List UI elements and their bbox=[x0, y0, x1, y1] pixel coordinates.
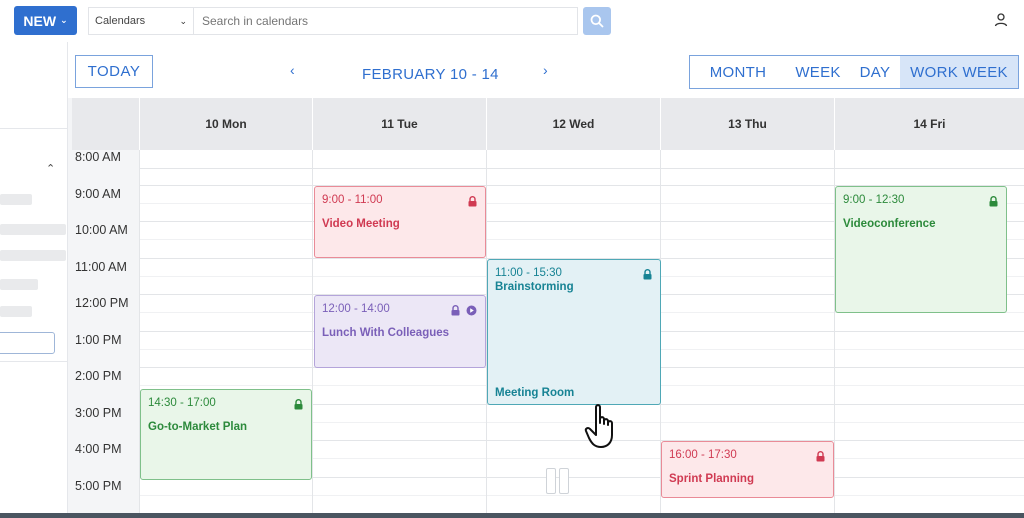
window-bottom-edge bbox=[0, 513, 1024, 518]
event-title: Brainstorming bbox=[495, 281, 574, 293]
time-label: 3:00 PM bbox=[75, 406, 122, 420]
sidebar-divider bbox=[0, 128, 68, 129]
sidebar-divider bbox=[0, 361, 68, 362]
sidebar-placeholder bbox=[0, 250, 66, 261]
event-title: Go-to-Market Plan bbox=[148, 421, 248, 433]
view-week-button[interactable]: WEEK bbox=[786, 56, 850, 88]
calendar-event[interactable]: 16:00 - 17:30 Sprint Planning bbox=[661, 441, 834, 498]
event-time: 11:00 - 15:30 bbox=[495, 267, 562, 279]
search-input[interactable] bbox=[194, 7, 578, 35]
grid-corner bbox=[72, 98, 139, 150]
new-button[interactable]: NEW ⌄ bbox=[14, 6, 77, 35]
day-header[interactable]: 12 Wed bbox=[486, 98, 660, 150]
lock-icon bbox=[989, 196, 998, 207]
date-range-title: FEBRUARY 10 - 14 bbox=[362, 66, 499, 83]
time-label: 4:00 PM bbox=[75, 442, 122, 456]
sidebar-placeholder bbox=[0, 194, 32, 205]
calendar-select-value: Calendars bbox=[95, 15, 146, 27]
event-time: 14:30 - 17:00 bbox=[148, 397, 216, 409]
grid-column-line bbox=[312, 150, 313, 518]
day-header[interactable]: 13 Thu bbox=[660, 98, 834, 150]
search-icon bbox=[590, 14, 604, 28]
calendar-event[interactable]: 11:00 - 15:30 Brainstorming Meeting Room bbox=[487, 259, 661, 405]
time-label: 1:00 PM bbox=[75, 333, 122, 347]
user-icon[interactable] bbox=[993, 12, 1009, 28]
event-location: Meeting Room bbox=[495, 387, 575, 399]
event-title: Video Meeting bbox=[322, 218, 400, 230]
view-month-button[interactable]: MONTH bbox=[690, 56, 786, 88]
time-label: 10:00 AM bbox=[75, 223, 128, 237]
view-switcher: MONTH WEEK DAY WORK WEEK bbox=[689, 55, 1019, 89]
resize-handle[interactable] bbox=[546, 468, 572, 494]
event-title: Sprint Planning bbox=[669, 473, 754, 485]
chevron-down-icon: ⌄ bbox=[60, 15, 68, 25]
lock-icon bbox=[643, 269, 652, 280]
week-grid: 10 Mon 11 Tue 12 Wed 13 Thu 14 Fri 8:00 … bbox=[72, 98, 1024, 518]
time-label: 11:00 AM bbox=[75, 260, 127, 274]
sidebar-input[interactable] bbox=[0, 332, 55, 354]
hand-cursor-icon bbox=[584, 404, 613, 448]
sidebar-placeholder bbox=[0, 279, 38, 290]
today-button[interactable]: TODAY bbox=[75, 55, 153, 88]
top-bar: NEW ⌄ Calendars ⌄ bbox=[0, 0, 1024, 42]
view-day-button[interactable]: DAY bbox=[850, 56, 900, 88]
grid-line bbox=[139, 495, 1024, 496]
lock-icon bbox=[451, 305, 460, 316]
event-time: 9:00 - 11:00 bbox=[322, 194, 383, 206]
grid-line bbox=[139, 168, 1024, 169]
time-label: 8:00 AM bbox=[75, 150, 121, 164]
time-label: 2:00 PM bbox=[75, 369, 122, 383]
sidebar-placeholder bbox=[0, 306, 32, 317]
time-label: 9:00 AM bbox=[75, 187, 121, 201]
calendar-event[interactable]: 9:00 - 12:30 Videoconference bbox=[835, 186, 1007, 313]
sidebar-placeholder bbox=[0, 224, 66, 235]
video-icon bbox=[466, 305, 477, 316]
chevron-right-icon[interactable]: › bbox=[543, 62, 548, 78]
calendar-main: TODAY ‹ FEBRUARY 10 - 14 › MONTH WEEK DA… bbox=[68, 42, 1024, 518]
event-title: Lunch With Colleagues bbox=[322, 327, 450, 339]
calendar-event[interactable]: 14:30 - 17:00 Go-to-Market Plan bbox=[140, 389, 312, 480]
new-button-label: NEW bbox=[23, 12, 57, 29]
day-header[interactable]: 14 Fri bbox=[834, 98, 1024, 150]
event-time: 9:00 - 12:30 bbox=[843, 194, 905, 206]
calendar-event[interactable]: 9:00 - 11:00 Video Meeting bbox=[314, 186, 486, 258]
chevron-up-icon[interactable]: ⌃ bbox=[46, 162, 55, 175]
calendar-select[interactable]: Calendars ⌄ bbox=[88, 7, 194, 35]
search-button[interactable] bbox=[583, 7, 611, 35]
day-header[interactable]: 10 Mon bbox=[139, 98, 312, 150]
lock-icon bbox=[294, 399, 303, 410]
event-title: Videoconference bbox=[843, 218, 936, 230]
chevron-down-icon: ⌄ bbox=[179, 16, 187, 26]
view-work-week-button[interactable]: WORK WEEK bbox=[900, 56, 1018, 88]
chevron-left-icon[interactable]: ‹ bbox=[290, 62, 295, 78]
sidebar: ⌃ bbox=[0, 42, 68, 518]
calendar-event[interactable]: 12:00 - 14:00 Lunch With Colleagues bbox=[314, 295, 486, 368]
time-label: 12:00 PM bbox=[75, 296, 129, 310]
lock-icon bbox=[816, 451, 825, 462]
calendar-toolbar: TODAY ‹ FEBRUARY 10 - 14 › MONTH WEEK DA… bbox=[68, 42, 1024, 98]
lock-icon bbox=[468, 196, 477, 207]
day-header[interactable]: 11 Tue bbox=[312, 98, 486, 150]
time-label: 5:00 PM bbox=[75, 479, 122, 493]
event-time: 16:00 - 17:30 bbox=[669, 449, 737, 461]
